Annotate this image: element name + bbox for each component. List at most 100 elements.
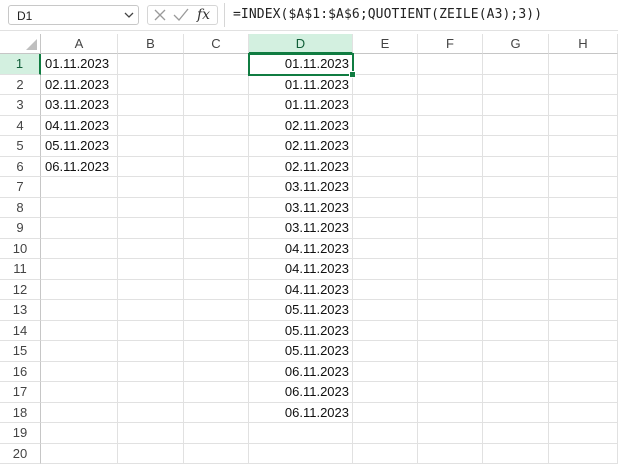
- cell-c3[interactable]: [184, 95, 249, 116]
- cell-h4[interactable]: [549, 116, 618, 137]
- cell-g15[interactable]: [483, 341, 549, 362]
- cell-g2[interactable]: [483, 75, 549, 96]
- cell-c7[interactable]: [184, 177, 249, 198]
- cell-h16[interactable]: [549, 362, 618, 383]
- cell-g8[interactable]: [483, 198, 549, 219]
- cell-h1[interactable]: [549, 54, 618, 75]
- cell-h17[interactable]: [549, 382, 618, 403]
- cell-e10[interactable]: [353, 239, 418, 260]
- cell-f12[interactable]: [418, 280, 483, 301]
- cell-e17[interactable]: [353, 382, 418, 403]
- row-header-8[interactable]: 8: [0, 198, 41, 219]
- row-header-4[interactable]: 4: [0, 116, 41, 137]
- cell-e15[interactable]: [353, 341, 418, 362]
- cell-f1[interactable]: [418, 54, 483, 75]
- cell-g20[interactable]: [483, 444, 549, 464]
- row-header-7[interactable]: 7: [0, 177, 41, 198]
- cell-b11[interactable]: [118, 259, 184, 280]
- spreadsheet-grid[interactable]: ABCDEFGH101.11.202301.11.2023202.11.2023…: [0, 34, 618, 463]
- cell-d14[interactable]: 05.11.2023: [249, 321, 353, 342]
- row-header-5[interactable]: 5: [0, 136, 41, 157]
- row-header-9[interactable]: 9: [0, 218, 41, 239]
- row-header-13[interactable]: 13: [0, 300, 41, 321]
- cell-h5[interactable]: [549, 136, 618, 157]
- cell-c9[interactable]: [184, 218, 249, 239]
- cell-a7[interactable]: [41, 177, 118, 198]
- cell-e14[interactable]: [353, 321, 418, 342]
- cell-c17[interactable]: [184, 382, 249, 403]
- cell-c10[interactable]: [184, 239, 249, 260]
- column-header-d[interactable]: D: [249, 34, 353, 54]
- cell-e18[interactable]: [353, 403, 418, 424]
- cell-a17[interactable]: [41, 382, 118, 403]
- cell-h6[interactable]: [549, 157, 618, 178]
- cell-c6[interactable]: [184, 157, 249, 178]
- cell-g1[interactable]: [483, 54, 549, 75]
- column-header-e[interactable]: E: [353, 34, 418, 54]
- cell-a14[interactable]: [41, 321, 118, 342]
- cell-g7[interactable]: [483, 177, 549, 198]
- cell-c19[interactable]: [184, 423, 249, 444]
- cell-e6[interactable]: [353, 157, 418, 178]
- column-header-b[interactable]: B: [118, 34, 184, 54]
- cell-d12[interactable]: 04.11.2023: [249, 280, 353, 301]
- cell-a18[interactable]: [41, 403, 118, 424]
- fx-icon[interactable]: fx: [196, 6, 214, 24]
- cell-b1[interactable]: [118, 54, 184, 75]
- row-header-1[interactable]: 1: [0, 54, 41, 75]
- cell-d15[interactable]: 05.11.2023: [249, 341, 353, 362]
- cell-f6[interactable]: [418, 157, 483, 178]
- cell-d18[interactable]: 06.11.2023: [249, 403, 353, 424]
- cell-h10[interactable]: [549, 239, 618, 260]
- cell-c11[interactable]: [184, 259, 249, 280]
- cell-b16[interactable]: [118, 362, 184, 383]
- cell-e13[interactable]: [353, 300, 418, 321]
- cell-d9[interactable]: 03.11.2023: [249, 218, 353, 239]
- cell-a3[interactable]: 03.11.2023: [41, 95, 118, 116]
- cell-a4[interactable]: 04.11.2023: [41, 116, 118, 137]
- cell-a6[interactable]: 06.11.2023: [41, 157, 118, 178]
- cell-c16[interactable]: [184, 362, 249, 383]
- cell-g16[interactable]: [483, 362, 549, 383]
- cell-a20[interactable]: [41, 444, 118, 464]
- cell-c4[interactable]: [184, 116, 249, 137]
- cell-d16[interactable]: 06.11.2023: [249, 362, 353, 383]
- cell-a2[interactable]: 02.11.2023: [41, 75, 118, 96]
- row-header-16[interactable]: 16: [0, 362, 41, 383]
- row-header-11[interactable]: 11: [0, 259, 41, 280]
- cancel-x-icon[interactable]: [153, 8, 167, 22]
- cell-b4[interactable]: [118, 116, 184, 137]
- cell-h7[interactable]: [549, 177, 618, 198]
- cell-a9[interactable]: [41, 218, 118, 239]
- cell-c5[interactable]: [184, 136, 249, 157]
- cell-a15[interactable]: [41, 341, 118, 362]
- cell-g17[interactable]: [483, 382, 549, 403]
- cell-h15[interactable]: [549, 341, 618, 362]
- cell-d1[interactable]: 01.11.2023: [249, 54, 353, 75]
- cell-b8[interactable]: [118, 198, 184, 219]
- name-box[interactable]: D1: [8, 5, 139, 25]
- cell-e11[interactable]: [353, 259, 418, 280]
- cell-e20[interactable]: [353, 444, 418, 464]
- cell-b15[interactable]: [118, 341, 184, 362]
- cell-c2[interactable]: [184, 75, 249, 96]
- cell-a16[interactable]: [41, 362, 118, 383]
- chevron-down-icon[interactable]: [124, 10, 134, 20]
- column-header-g[interactable]: G: [483, 34, 549, 54]
- cell-b5[interactable]: [118, 136, 184, 157]
- row-header-10[interactable]: 10: [0, 239, 41, 260]
- column-header-h[interactable]: H: [549, 34, 618, 54]
- cell-b20[interactable]: [118, 444, 184, 464]
- cell-e1[interactable]: [353, 54, 418, 75]
- row-header-3[interactable]: 3: [0, 95, 41, 116]
- cell-c12[interactable]: [184, 280, 249, 301]
- cell-h12[interactable]: [549, 280, 618, 301]
- cell-g5[interactable]: [483, 136, 549, 157]
- cell-g6[interactable]: [483, 157, 549, 178]
- cell-b9[interactable]: [118, 218, 184, 239]
- cell-h13[interactable]: [549, 300, 618, 321]
- cell-d7[interactable]: 03.11.2023: [249, 177, 353, 198]
- cell-e19[interactable]: [353, 423, 418, 444]
- cell-e16[interactable]: [353, 362, 418, 383]
- cell-g14[interactable]: [483, 321, 549, 342]
